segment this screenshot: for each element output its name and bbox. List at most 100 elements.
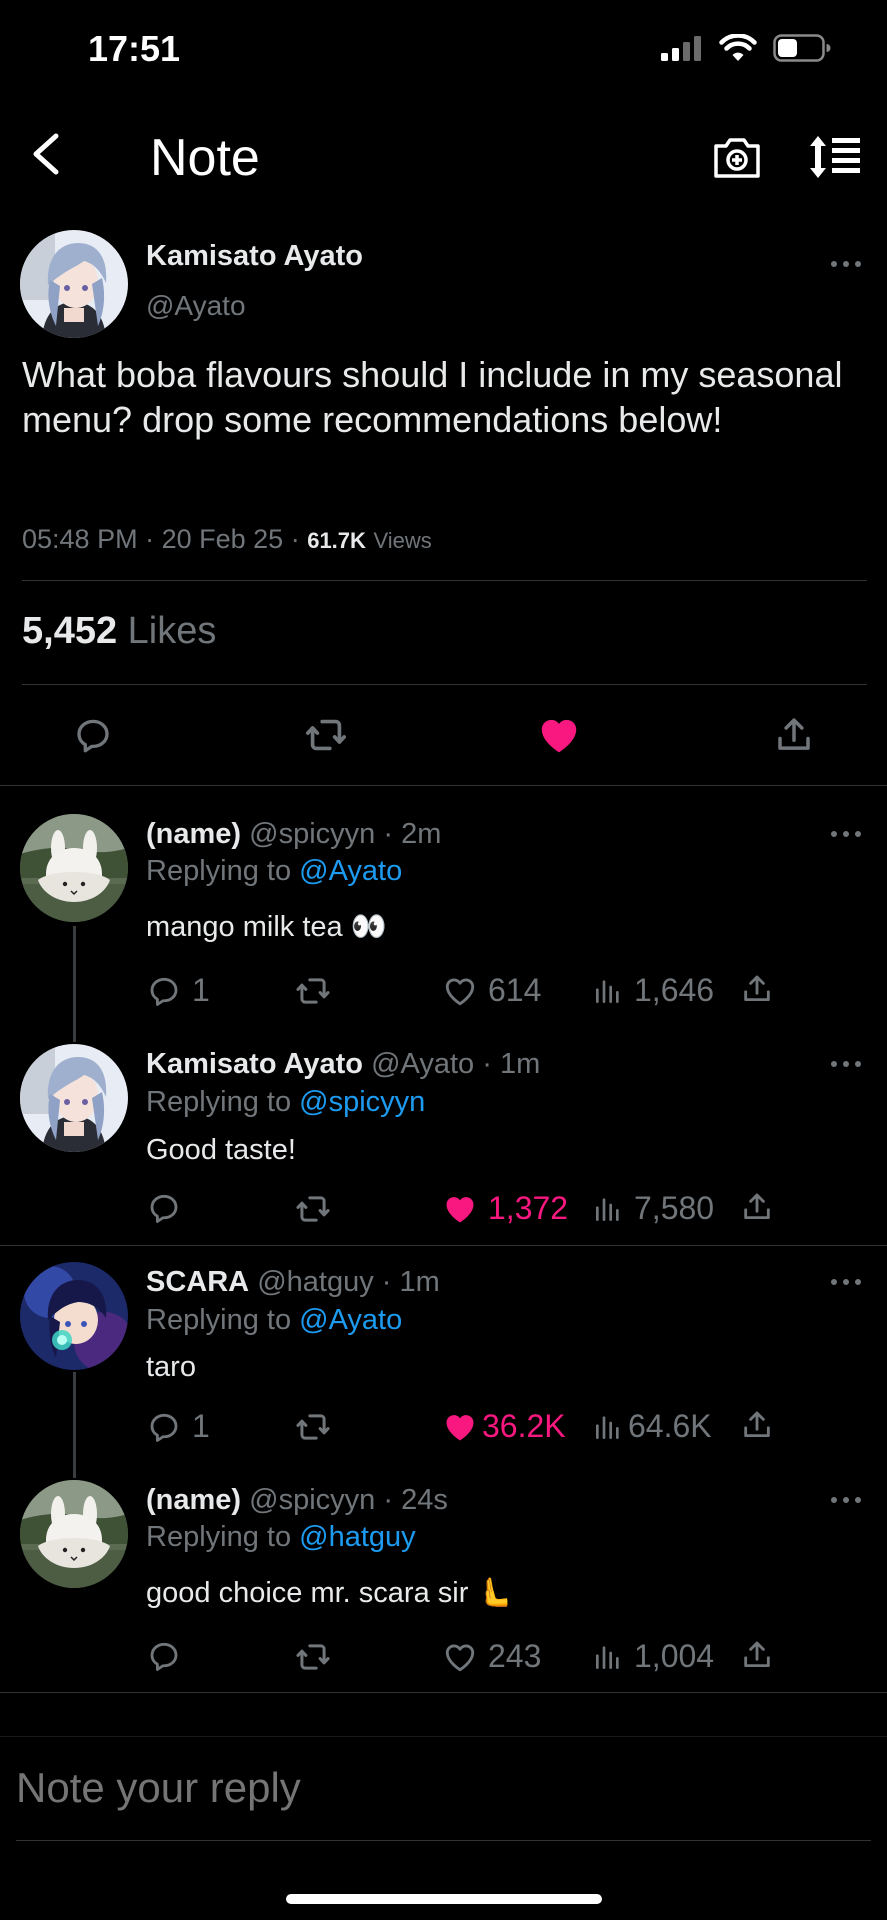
reply-avatar[interactable] bbox=[20, 1262, 128, 1370]
reply-age: 2m bbox=[401, 818, 442, 850]
reply-reply-button[interactable]: 1 bbox=[146, 972, 210, 1009]
reply-share-button[interactable] bbox=[740, 1190, 774, 1224]
reply-more-button[interactable] bbox=[826, 824, 866, 844]
reply-avatar[interactable] bbox=[20, 814, 128, 922]
view-count: 1,646 bbox=[634, 972, 715, 1008]
share-icon bbox=[740, 1638, 774, 1672]
composer-underline bbox=[16, 1840, 871, 1841]
back-button[interactable] bbox=[26, 128, 66, 180]
like-count: 243 bbox=[488, 1638, 542, 1674]
reply-more-button[interactable] bbox=[826, 1272, 866, 1292]
replying-mention[interactable]: @hatguy bbox=[299, 1521, 416, 1553]
views-icon bbox=[592, 974, 624, 1008]
divider bbox=[0, 1692, 887, 1693]
reply-text: good choice mr. scara sir 🫷 bbox=[146, 1577, 513, 1609]
reply-like-button[interactable]: 614 bbox=[442, 972, 541, 1009]
reply-reply-button[interactable] bbox=[146, 1190, 192, 1226]
reply-views-button[interactable]: 7,580 bbox=[592, 1190, 714, 1227]
reply-icon bbox=[146, 973, 182, 1009]
reply-composer-input[interactable] bbox=[16, 1764, 871, 1812]
views-icon bbox=[592, 1192, 624, 1226]
reply-reply-button[interactable] bbox=[146, 1638, 192, 1674]
reply-author-name[interactable]: (name) bbox=[146, 818, 241, 850]
post-more-button[interactable] bbox=[826, 254, 866, 274]
post-views-label: Views bbox=[373, 528, 432, 553]
wifi-icon bbox=[719, 34, 757, 61]
reply-repost-button[interactable] bbox=[294, 1408, 332, 1446]
post-author-name[interactable]: Kamisato Ayato bbox=[146, 240, 363, 273]
reply-reply-button[interactable]: 1 bbox=[146, 1408, 210, 1445]
reply-more-button[interactable] bbox=[826, 1490, 866, 1510]
view-count: 7,580 bbox=[634, 1190, 715, 1226]
sort-button[interactable] bbox=[808, 134, 864, 180]
likes-count: 5,452 bbox=[22, 610, 118, 652]
battery-icon bbox=[773, 34, 831, 62]
reply-separator: · bbox=[383, 1484, 394, 1516]
repost-icon bbox=[294, 1638, 332, 1676]
reply-like-button[interactable]: 1,372 bbox=[442, 1190, 568, 1227]
replying-prefix: Replying to bbox=[146, 855, 292, 887]
view-count: 1,004 bbox=[634, 1638, 715, 1674]
repost-icon bbox=[294, 1190, 332, 1228]
share-icon bbox=[740, 1190, 774, 1224]
reply-icon bbox=[146, 1409, 182, 1445]
repost-icon bbox=[294, 972, 332, 1010]
reply-repost-button[interactable] bbox=[294, 1190, 332, 1228]
reply-author-handle[interactable]: @Ayato bbox=[371, 1048, 474, 1080]
heart-icon bbox=[442, 973, 478, 1009]
post-meta: 05:48 PM · 20 Feb 25 · 61.7K Views bbox=[22, 524, 432, 555]
reply-share-button[interactable] bbox=[740, 1408, 774, 1442]
back-icon bbox=[33, 133, 59, 175]
replying-mention[interactable]: @Ayato bbox=[299, 855, 402, 887]
more-icon bbox=[826, 1272, 866, 1292]
likes-label: Likes bbox=[127, 610, 217, 652]
reply-share-button[interactable] bbox=[740, 972, 774, 1006]
reply-like-button[interactable]: 243 bbox=[442, 1638, 541, 1675]
author-avatar[interactable] bbox=[20, 230, 128, 338]
like-button[interactable] bbox=[534, 710, 584, 760]
heart-icon bbox=[442, 1409, 478, 1445]
reply-repost-button[interactable] bbox=[294, 1638, 332, 1676]
reply-views-button[interactable]: 1,646 bbox=[592, 972, 714, 1009]
more-icon bbox=[826, 254, 866, 274]
page-title: Note bbox=[150, 129, 260, 187]
camera-button[interactable] bbox=[712, 134, 762, 180]
view-count: 64.6K bbox=[628, 1408, 712, 1444]
reply-icon bbox=[72, 714, 114, 756]
post-author-handle[interactable]: @Ayato bbox=[146, 290, 246, 322]
repost-icon bbox=[294, 1408, 332, 1446]
post-date: 20 Feb 25 bbox=[161, 524, 284, 554]
reply-views-button[interactable]: 64.6K bbox=[592, 1408, 712, 1445]
reply-header: SCARA @hatguy · 1m bbox=[146, 1266, 440, 1299]
reply-header: (name) @spicyyn · 2m bbox=[146, 818, 441, 851]
repost-button[interactable] bbox=[301, 710, 351, 760]
status-time: 17:51 bbox=[88, 28, 181, 69]
reply-share-button[interactable] bbox=[740, 1638, 774, 1672]
share-button[interactable] bbox=[769, 710, 819, 760]
reply-views-button[interactable]: 1,004 bbox=[592, 1638, 714, 1675]
reply-age: 1m bbox=[399, 1266, 440, 1298]
reply-text: mango milk tea 👀 bbox=[146, 911, 387, 943]
home-indicator[interactable] bbox=[286, 1894, 602, 1904]
reply-avatar[interactable] bbox=[20, 1044, 128, 1152]
reply-like-button[interactable]: 36.2K bbox=[442, 1408, 566, 1445]
reply-avatar[interactable] bbox=[20, 1480, 128, 1588]
like-count: 614 bbox=[488, 972, 542, 1008]
reply-age: 24s bbox=[401, 1484, 448, 1516]
reply-repost-button[interactable] bbox=[294, 972, 332, 1010]
camera-icon bbox=[714, 138, 760, 178]
thread-line bbox=[73, 1372, 76, 1478]
likes-summary[interactable]: 5,452 Likes bbox=[22, 610, 216, 653]
reply-author-handle[interactable]: @spicyyn bbox=[249, 1484, 375, 1516]
reply-button[interactable] bbox=[68, 710, 118, 760]
replying-mention[interactable]: @Ayato bbox=[299, 1304, 402, 1336]
reply-author-name[interactable]: Kamisato Ayato bbox=[146, 1048, 363, 1080]
reply-author-name[interactable]: (name) bbox=[146, 1484, 241, 1516]
meta-separator: · bbox=[290, 524, 308, 554]
reply-author-handle[interactable]: @spicyyn bbox=[249, 818, 375, 850]
heart-icon bbox=[536, 712, 582, 758]
reply-more-button[interactable] bbox=[826, 1054, 866, 1074]
replying-mention[interactable]: @spicyyn bbox=[299, 1086, 425, 1118]
reply-author-handle[interactable]: @hatguy bbox=[257, 1266, 374, 1298]
reply-author-name[interactable]: SCARA bbox=[146, 1266, 249, 1298]
